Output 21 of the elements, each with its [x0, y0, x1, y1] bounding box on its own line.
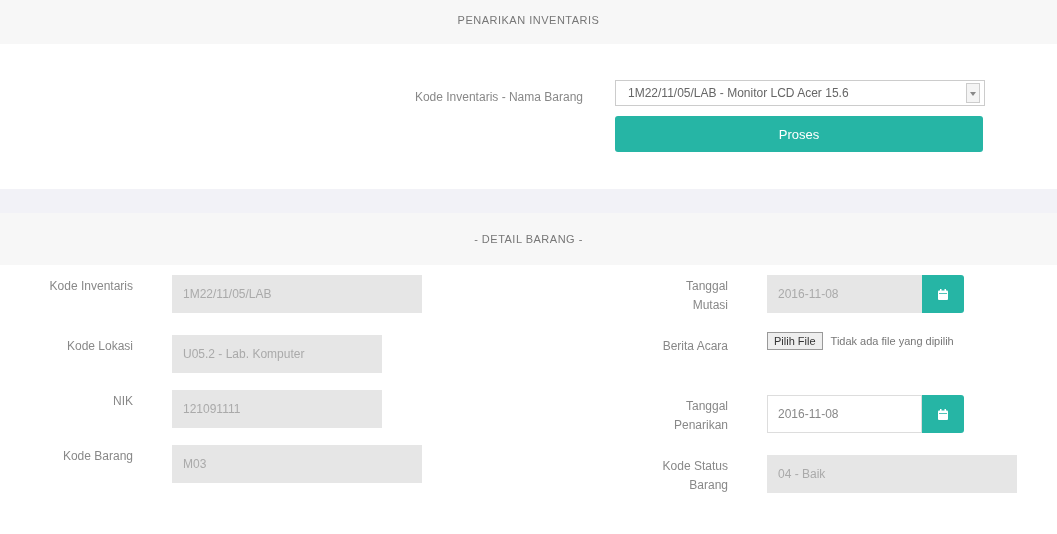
calendar-icon: [938, 408, 948, 420]
process-button[interactable]: Proses: [615, 116, 983, 152]
file-status: Tidak ada file yang dipilih: [830, 335, 954, 347]
field-label: NIK: [112, 393, 133, 410]
field-label: Tanggal Mutasi: [684, 278, 728, 314]
item-select[interactable]: 1M22/11/05/LAB - Monitor LCD Acer 15.6: [615, 80, 985, 106]
field-label: Kode Inventaris - Nama Barang: [413, 89, 584, 106]
field-label: Kode Inventaris: [48, 278, 133, 295]
field-label: Kode Barang: [61, 448, 133, 465]
calendar-icon: [938, 288, 948, 300]
field-label: Kode Lokasi: [65, 338, 133, 355]
date-field[interactable]: 2016-11-08: [767, 395, 922, 433]
field-label: Kode Status Barang: [661, 458, 728, 494]
field-label: Berita Acara: [661, 338, 728, 355]
calendar-button[interactable]: [922, 395, 964, 433]
field-label: Tanggal Penarikan: [672, 398, 728, 434]
choose-file-button[interactable]: Pilih File: [767, 332, 823, 350]
caret-icon: [966, 83, 980, 103]
section-title: - DETAIL BARANG -: [474, 233, 583, 245]
page-title: PENARIKAN INVENTARIS: [457, 14, 600, 26]
calendar-button[interactable]: [922, 275, 964, 313]
